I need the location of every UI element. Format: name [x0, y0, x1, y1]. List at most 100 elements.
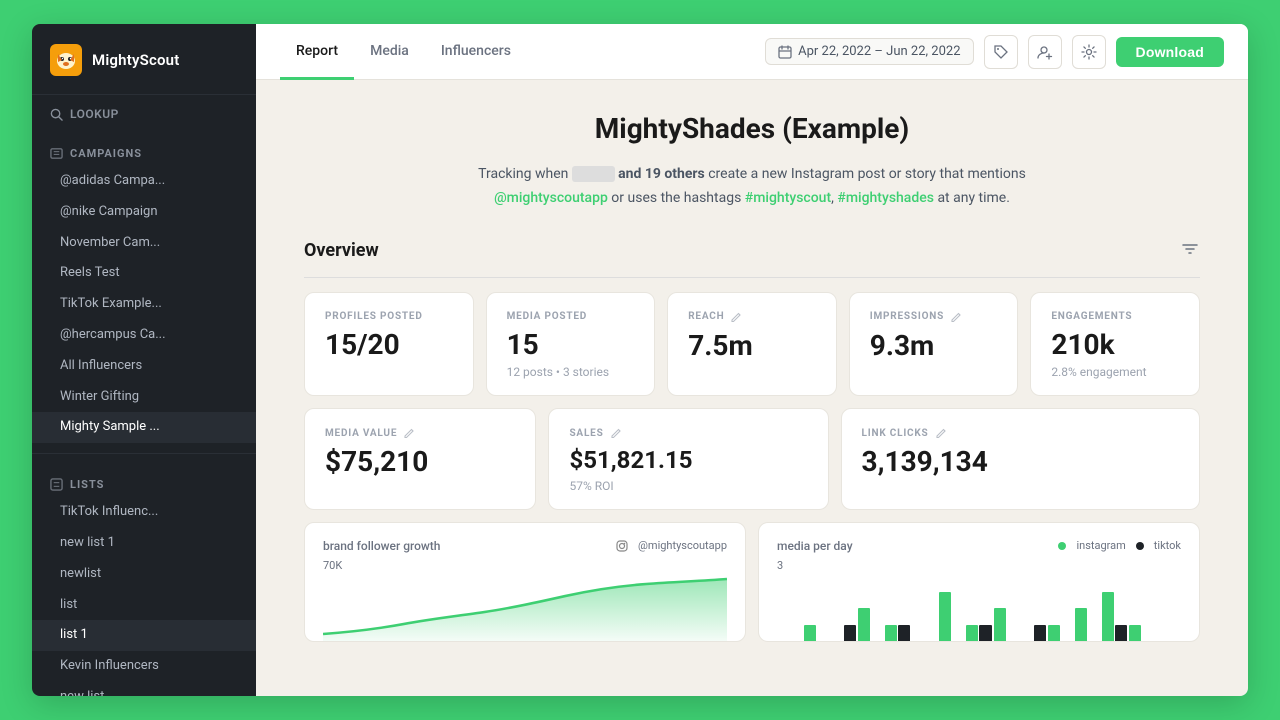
hashtag1: #mightyscout — [745, 190, 831, 206]
tiktok-legend-label: tiktok — [1154, 539, 1181, 552]
filter-icon[interactable] — [1180, 239, 1200, 263]
media-posted-value: 15 — [507, 330, 635, 361]
tag-button[interactable] — [984, 35, 1018, 69]
edit-icon-lc[interactable] — [935, 427, 947, 439]
tiktok-bar — [898, 625, 910, 642]
campaigns-label: CAMPAIGNS — [70, 147, 142, 160]
media-posted-sub: 12 posts • 3 stories — [507, 365, 635, 379]
hashtag2: #mightyshades — [837, 190, 934, 206]
sidebar-item-campaign-8[interactable]: Mighty Sample ... — [32, 412, 256, 443]
lists-label: LISTS — [70, 478, 104, 491]
instagram-bar — [966, 625, 978, 642]
media-per-day-value: 3 — [777, 559, 1181, 572]
engagements-value: 210k — [1051, 330, 1179, 361]
tiktok-bar — [1034, 625, 1046, 642]
instagram-legend-dot — [1058, 542, 1066, 550]
media-bar-group — [1021, 625, 1046, 642]
impressions-value: 9.3m — [870, 331, 998, 362]
sidebar-item-campaign-0[interactable]: @adidas Campa... — [32, 166, 256, 197]
media-bar-group — [858, 608, 883, 641]
media-value-label: MEDIA VALUE — [325, 427, 515, 439]
tiktok-bar — [979, 625, 991, 642]
sidebar-item-campaign-2[interactable]: November Cam... — [32, 228, 256, 259]
download-button[interactable]: Download — [1116, 37, 1224, 67]
sidebar-item-campaign-4[interactable]: TikTok Example... — [32, 289, 256, 320]
overview-header: Overview — [304, 239, 1200, 263]
sidebar-item-list-3[interactable]: list — [32, 590, 256, 621]
media-per-day-bars — [777, 574, 1181, 642]
tiktok-bar — [844, 625, 856, 642]
stat-reach: REACH 7.5m — [667, 292, 837, 397]
add-user-button[interactable] — [1028, 35, 1062, 69]
media-per-day-title: media per day — [777, 539, 853, 553]
media-bar-group — [1075, 608, 1100, 641]
instagram-legend-label: instagram — [1076, 539, 1125, 552]
sidebar-logo[interactable]: MightyScout — [32, 24, 256, 95]
content-area: MightyShades (Example) Tracking when and… — [256, 80, 1248, 696]
brand-follower-area — [323, 574, 727, 642]
sidebar-item-campaign-7[interactable]: Winter Gifting — [32, 382, 256, 413]
lists-icon — [50, 478, 63, 491]
brand-follower-title: brand follower growth — [323, 539, 440, 553]
brand-follower-legend: @mightyscoutapp — [616, 539, 727, 552]
instagram-bar — [885, 625, 897, 642]
settings-button[interactable] — [1072, 35, 1106, 69]
engagements-label: ENGAGEMENTS — [1051, 311, 1179, 322]
tiktok-legend-dot — [1136, 542, 1144, 550]
charts-row: brand follower growth @mightyscoutapp 70… — [304, 522, 1200, 642]
edit-icon-mv[interactable] — [403, 427, 415, 439]
sidebar-item-list-6[interactable]: new list — [32, 682, 256, 696]
media-bar-group — [804, 625, 829, 642]
brand-follower-header: brand follower growth @mightyscoutapp — [323, 539, 727, 553]
media-bar-group — [994, 608, 1019, 641]
sidebar-item-campaign-6[interactable]: All Influencers — [32, 351, 256, 382]
tab-media[interactable]: Media — [354, 25, 425, 80]
lists-header[interactable]: LISTS — [32, 474, 256, 497]
reach-value: 7.5m — [688, 331, 816, 362]
topbar-right: Apr 22, 2022 – Jun 22, 2022 — [765, 35, 1224, 69]
media-bar-group — [966, 625, 991, 642]
search-icon — [50, 108, 63, 121]
lists-list: TikTok Influenc...new list 1newlistlistl… — [32, 497, 256, 696]
engagements-sub: 2.8% engagement — [1051, 365, 1179, 379]
date-range-text: Apr 22, 2022 – Jun 22, 2022 — [798, 44, 960, 59]
brand-follower-legend-text: @mightyscoutapp — [638, 539, 727, 552]
media-per-day-chart: media per day instagram tiktok 3 — [758, 522, 1200, 642]
sidebar-item-list-0[interactable]: TikTok Influenc... — [32, 497, 256, 528]
overview-title: Overview — [304, 240, 379, 261]
tab-influencers[interactable]: Influencers — [425, 25, 527, 80]
report-title: MightyShades (Example) — [304, 112, 1200, 145]
sidebar-item-list-4[interactable]: list 1 — [32, 620, 256, 651]
gear-icon — [1081, 44, 1097, 60]
sidebar-lookup[interactable]: LOOKUP — [32, 95, 256, 129]
profiles-posted-value: 15/20 — [325, 330, 453, 361]
media-value-value: $75,210 — [325, 447, 515, 478]
sidebar-item-list-1[interactable]: new list 1 — [32, 528, 256, 559]
date-range[interactable]: Apr 22, 2022 – Jun 22, 2022 — [765, 38, 973, 65]
instagram-bar — [939, 592, 951, 642]
media-per-day-header: media per day instagram tiktok — [777, 539, 1181, 553]
edit-icon-sales[interactable] — [610, 427, 622, 439]
sidebar: MightyScout LOOKUP CAMPAIGNS @adidas Cam… — [32, 24, 256, 696]
sidebar-item-campaign-5[interactable]: @hercampus Ca... — [32, 320, 256, 351]
sidebar-item-campaign-1[interactable]: @nike Campaign — [32, 197, 256, 228]
link-clicks-value: 3,139,134 — [862, 447, 1179, 478]
media-bar-group — [885, 625, 910, 642]
tab-report[interactable]: Report — [280, 25, 354, 80]
mightyscout-link[interactable]: @mightyscoutapp — [494, 190, 608, 206]
tag-icon — [993, 44, 1009, 60]
stat-media-value: MEDIA VALUE $75,210 — [304, 408, 536, 509]
campaigns-header[interactable]: CAMPAIGNS — [32, 143, 256, 166]
instagram-bar — [858, 608, 870, 641]
stat-sales: SALES $51,821.15 57% ROI — [548, 408, 828, 509]
media-bar-group — [831, 625, 856, 642]
edit-icon[interactable] — [730, 311, 742, 323]
logo-icon — [50, 44, 82, 76]
stat-profiles-posted: PROFILES POSTED 15/20 — [304, 292, 474, 397]
edit-icon-impressions[interactable] — [950, 311, 962, 323]
sidebar-item-campaign-3[interactable]: Reels Test — [32, 258, 256, 289]
sidebar-item-list-5[interactable]: Kevin Influencers — [32, 651, 256, 682]
sidebar-item-list-2[interactable]: newlist — [32, 559, 256, 590]
media-bar-group — [1129, 625, 1154, 642]
tiktok-bar — [1115, 625, 1127, 642]
